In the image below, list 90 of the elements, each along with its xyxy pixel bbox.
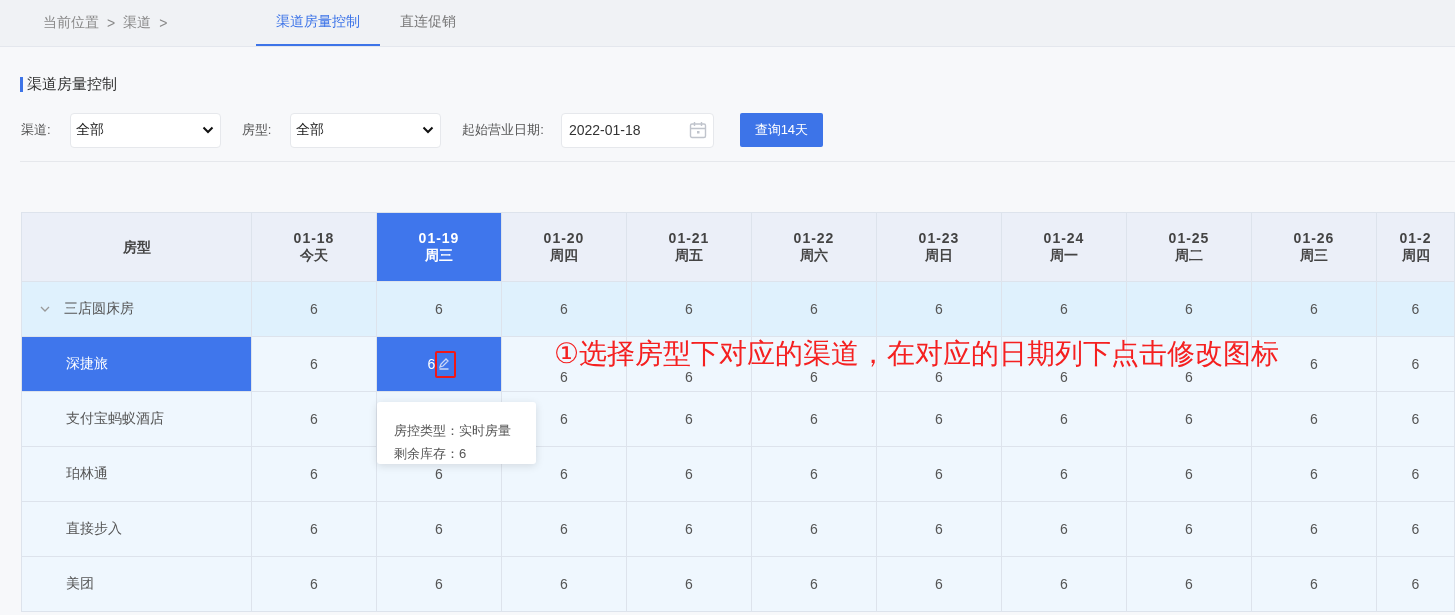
- table-cell: 6: [1127, 282, 1252, 337]
- table-cell: 6: [1002, 447, 1127, 502]
- table-cell: 6: [1252, 447, 1377, 502]
- row-header[interactable]: 深捷旅: [22, 337, 252, 392]
- table-cell: 6: [877, 447, 1002, 502]
- table-cell: 6: [877, 392, 1002, 447]
- table-cell: 6: [877, 557, 1002, 612]
- table-cell: 6: [1002, 392, 1127, 447]
- group-row-header[interactable]: 三店圆床房: [22, 282, 252, 337]
- table-cell: 6: [1002, 282, 1127, 337]
- group-name: 三店圆床房: [64, 300, 134, 318]
- select-field[interactable]: 全部: [290, 112, 442, 148]
- breadcrumb-item: 当前位置: [43, 14, 99, 32]
- table-cell: 6: [252, 337, 377, 392]
- table-cell: 6: [252, 392, 377, 447]
- table-cell: 6: [1377, 337, 1455, 392]
- table-cell: 6: [1377, 447, 1455, 502]
- caret-icon: [201, 126, 214, 134]
- tab[interactable]: 渠道房量控制: [256, 0, 380, 46]
- caret-icon: [422, 126, 435, 134]
- table-cell: 6: [1252, 557, 1377, 612]
- query-button[interactable]: 查询14天: [739, 113, 823, 147]
- table-cell: 6: [1127, 557, 1252, 612]
- tooltip-text: 剩余库存：6: [394, 445, 467, 463]
- filter-label: 房型:: [241, 121, 272, 139]
- table-cell: 6: [252, 557, 377, 612]
- table-cell: 6: [1252, 282, 1377, 337]
- table-cell: 6: [502, 282, 627, 337]
- column-header[interactable]: 01-21 周五: [627, 213, 752, 282]
- breadcrumb-separator: >: [159, 15, 168, 31]
- column-header[interactable]: 01-20 周四: [502, 213, 627, 282]
- tab[interactable]: 直连促销: [380, 0, 476, 46]
- table-cell: 6: [252, 502, 377, 557]
- table-cell: 6: [252, 282, 377, 337]
- table-cell: 6: [752, 282, 877, 337]
- table-cell: 6: [1127, 447, 1252, 502]
- filter-label: 渠道:: [21, 121, 51, 139]
- table-cell: 6: [627, 502, 752, 557]
- table-cell: 6: [752, 447, 877, 502]
- highlight-frame: [435, 351, 457, 378]
- edit-icon[interactable]: [438, 358, 451, 370]
- select-field[interactable]: 全部: [69, 112, 221, 148]
- table-cell: 6: [1252, 392, 1377, 447]
- table-cell: 6: [1127, 502, 1252, 557]
- date-field[interactable]: 2022-01-18: [560, 112, 714, 148]
- row-header[interactable]: 美团: [22, 557, 252, 612]
- row-header[interactable]: 直接步入: [22, 502, 252, 557]
- table-cell: 6: [1377, 502, 1455, 557]
- table-cell: 6: [752, 392, 877, 447]
- table-cell: 6: [1377, 282, 1455, 337]
- table-cell: 6: [1377, 392, 1455, 447]
- column-header[interactable]: 01-19 周三: [377, 213, 502, 282]
- column-header[interactable]: 01-2 周四: [1377, 213, 1455, 282]
- filter-label: 起始营业日期:: [462, 121, 544, 139]
- table-cell: 6: [752, 502, 877, 557]
- table-cell: 6: [377, 282, 502, 337]
- table-cell: 6: [252, 447, 377, 502]
- annotation-text: ①选择房型下对应的渠道，在对应的日期列下点击修改图标: [554, 338, 1280, 369]
- table-cell: 6: [1002, 502, 1127, 557]
- column-header[interactable]: 01-25 周二: [1127, 213, 1252, 282]
- table-cell: 6: [502, 502, 627, 557]
- table-cell: 6: [752, 557, 877, 612]
- section-title: 渠道房量控制: [27, 74, 117, 94]
- column-header[interactable]: 01-18 今天: [252, 213, 377, 282]
- column-header[interactable]: 01-22 周六: [752, 213, 877, 282]
- table-cell: 6: [1002, 557, 1127, 612]
- table-cell: 6: [877, 502, 1002, 557]
- table-cell: 6: [627, 282, 752, 337]
- column-header[interactable]: 01-23 周日: [877, 213, 1002, 282]
- table-cell: 6: [627, 557, 752, 612]
- row-header[interactable]: 珀林通: [22, 447, 252, 502]
- table-cell: 6: [502, 557, 627, 612]
- breadcrumb-item: 渠道: [123, 14, 152, 32]
- column-header: 房型: [22, 213, 252, 282]
- chevron-icon[interactable]: [40, 306, 50, 312]
- breadcrumb-separator: >: [107, 15, 116, 31]
- column-header[interactable]: 01-24 周一: [1002, 213, 1127, 282]
- table-cell: 6: [1377, 557, 1455, 612]
- row-header[interactable]: 支付宝蚂蚁酒店: [22, 392, 252, 447]
- calendar-icon: [688, 121, 707, 139]
- table-cell: 6: [627, 392, 752, 447]
- selected-cell[interactable]: 6: [377, 337, 502, 392]
- table-cell: 6: [1127, 392, 1252, 447]
- table-cell: 6: [877, 282, 1002, 337]
- column-header[interactable]: 01-26 周三: [1252, 213, 1377, 282]
- table-cell: 6: [1252, 502, 1377, 557]
- table-cell: 6: [502, 447, 627, 502]
- table-cell: 6: [377, 557, 502, 612]
- table-cell: 6: [377, 502, 502, 557]
- table-cell: 6: [627, 447, 752, 502]
